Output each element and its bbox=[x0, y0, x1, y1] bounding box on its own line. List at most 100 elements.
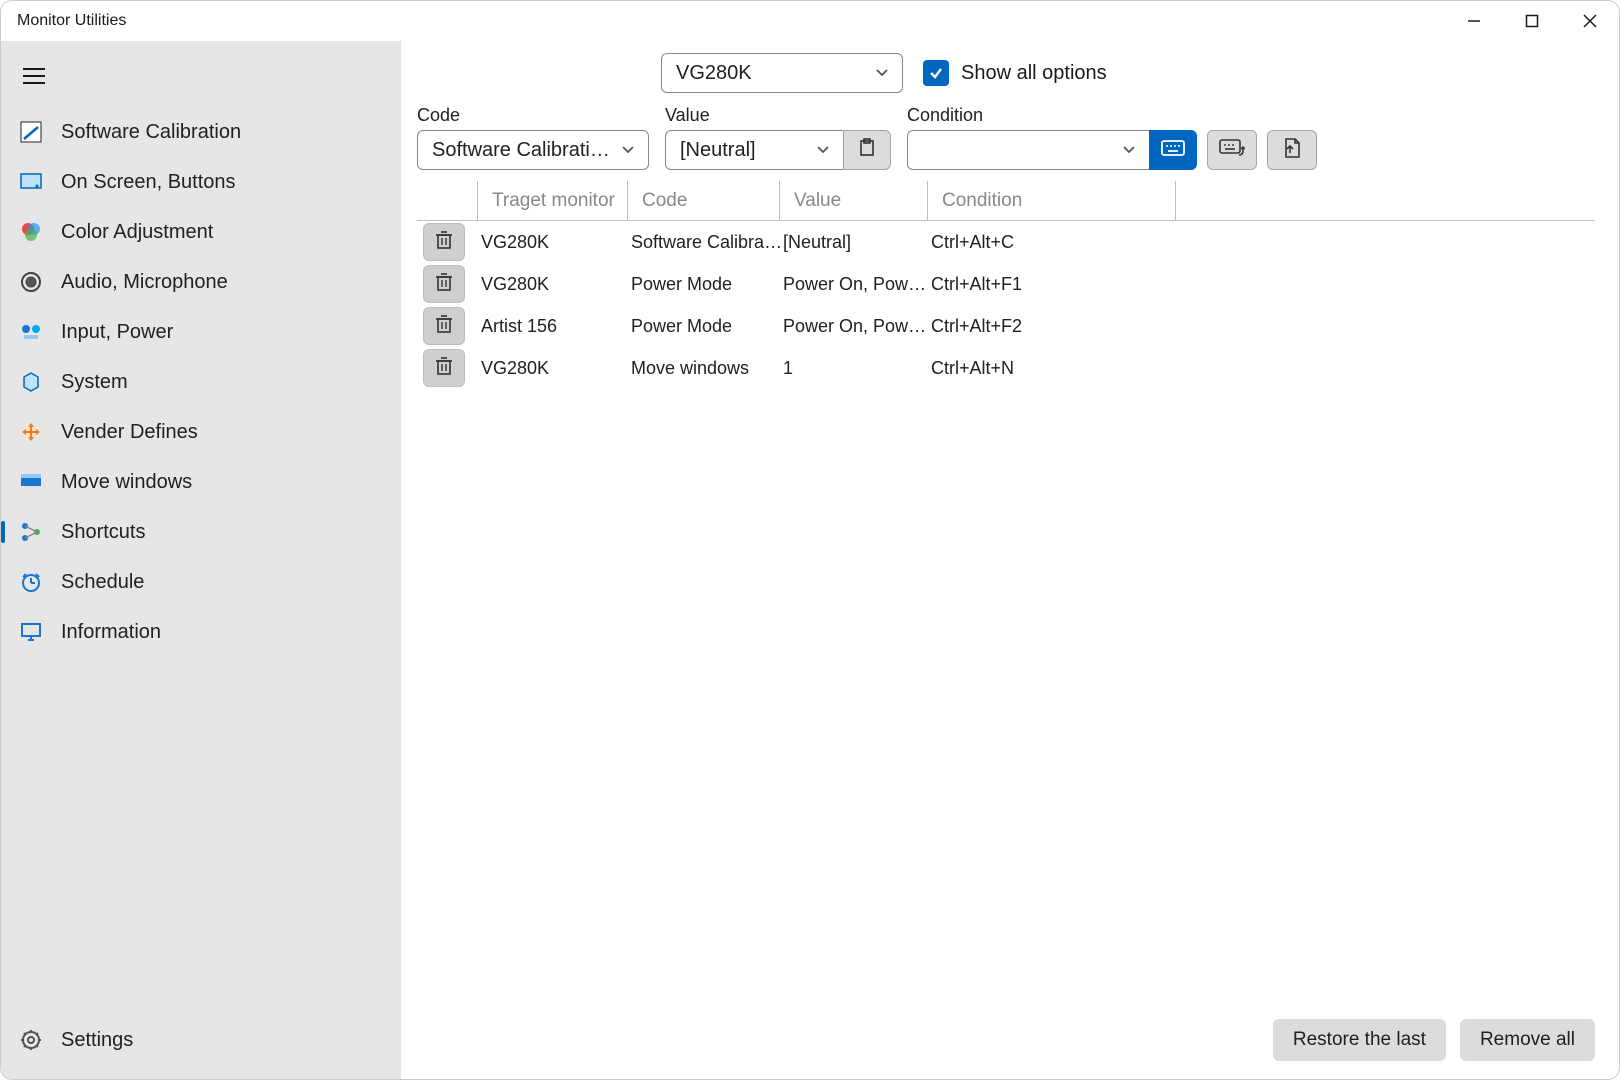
cell-value: Power On, Power Off bbox=[783, 274, 931, 295]
show-all-label: Show all options bbox=[961, 62, 1107, 85]
cell-target: Artist 156 bbox=[477, 316, 631, 337]
value-select[interactable]: [Neutral] bbox=[665, 130, 843, 170]
shortcuts-table: Traget monitor Code Value Condition VG28… bbox=[417, 180, 1595, 1009]
shortcuts-icon bbox=[19, 520, 43, 544]
chevron-down-icon bbox=[1119, 143, 1139, 157]
cell-value: 1 bbox=[783, 358, 931, 379]
column-header-spacer bbox=[1175, 181, 1595, 220]
hamburger-button[interactable] bbox=[9, 51, 59, 101]
minimize-button[interactable] bbox=[1445, 1, 1503, 41]
sidebar-item-label: Information bbox=[61, 621, 161, 644]
calibration-icon bbox=[19, 120, 43, 144]
sidebar-item-label: Audio, Microphone bbox=[61, 271, 228, 294]
cell-condition: Ctrl+Alt+C bbox=[931, 232, 1179, 253]
windows-icon bbox=[19, 470, 43, 494]
gear-icon bbox=[19, 1028, 43, 1052]
titlebar: Monitor Utilities bbox=[1, 1, 1619, 41]
sidebar-item-software-calibration[interactable]: Software Calibration bbox=[1, 107, 401, 157]
input-power-icon bbox=[19, 320, 43, 344]
column-header-condition[interactable]: Condition bbox=[927, 181, 1175, 220]
cell-condition: Ctrl+Alt+F2 bbox=[931, 316, 1179, 337]
trash-icon bbox=[435, 272, 453, 297]
column-header-target[interactable]: Traget monitor bbox=[477, 181, 627, 220]
sidebar-item-audio-microphone[interactable]: Audio, Microphone bbox=[1, 257, 401, 307]
file-export-button[interactable] bbox=[1267, 130, 1317, 170]
monitor-select-value: VG280K bbox=[676, 62, 864, 85]
keyboard-record-button[interactable] bbox=[1149, 130, 1197, 170]
condition-select[interactable] bbox=[907, 130, 1149, 170]
delete-row-button[interactable] bbox=[423, 307, 465, 345]
table-row[interactable]: VG280K Move windows 1 Ctrl+Alt+N bbox=[417, 347, 1595, 389]
cell-target: VG280K bbox=[477, 274, 631, 295]
move-arrows-icon bbox=[19, 420, 43, 444]
sidebar-item-color-adjustment[interactable]: Color Adjustment bbox=[1, 207, 401, 257]
value-field-label: Value bbox=[665, 105, 891, 126]
cell-code: Power Mode bbox=[631, 274, 783, 295]
table-row[interactable]: VG280K Power Mode Power On, Power Off Ct… bbox=[417, 263, 1595, 305]
column-header-delete bbox=[417, 181, 477, 220]
cell-code: Move windows bbox=[631, 358, 783, 379]
monitor-select[interactable]: VG280K bbox=[661, 53, 903, 93]
sidebar-item-label: Input, Power bbox=[61, 321, 173, 344]
sidebar-item-label: Software Calibration bbox=[61, 121, 241, 144]
keyboard-icon bbox=[1161, 139, 1185, 162]
sidebar-item-label: Settings bbox=[61, 1029, 133, 1052]
screen-icon bbox=[19, 170, 43, 194]
value-select-value: [Neutral] bbox=[680, 139, 805, 162]
code-select-value: Software Calibration bbox=[432, 139, 610, 162]
cell-target: VG280K bbox=[477, 232, 631, 253]
cell-condition: Ctrl+Alt+F1 bbox=[931, 274, 1179, 295]
code-select[interactable]: Software Calibration bbox=[417, 130, 649, 170]
delete-row-button[interactable] bbox=[423, 349, 465, 387]
sidebar-item-label: Color Adjustment bbox=[61, 221, 213, 244]
sidebar-item-information[interactable]: Information bbox=[1, 607, 401, 657]
sidebar-item-label: On Screen, Buttons bbox=[61, 171, 236, 194]
main-content: VG280K Show all options Code bbox=[401, 41, 1619, 1079]
sidebar: Software Calibration On Screen, Buttons … bbox=[1, 41, 401, 1079]
show-all-options-checkbox[interactable]: Show all options bbox=[923, 53, 1107, 93]
code-field-label: Code bbox=[417, 105, 649, 126]
chevron-down-icon bbox=[618, 143, 638, 157]
column-header-code[interactable]: Code bbox=[627, 181, 779, 220]
clock-icon bbox=[19, 570, 43, 594]
sidebar-item-move-windows[interactable]: Move windows bbox=[1, 457, 401, 507]
close-button[interactable] bbox=[1561, 1, 1619, 41]
maximize-button[interactable] bbox=[1503, 1, 1561, 41]
cell-condition: Ctrl+Alt+N bbox=[931, 358, 1179, 379]
condition-field-label: Condition bbox=[907, 105, 1197, 126]
sidebar-item-label: Shortcuts bbox=[61, 521, 145, 544]
delete-row-button[interactable] bbox=[423, 223, 465, 261]
keyboard-export-icon bbox=[1219, 138, 1245, 163]
value-paste-button[interactable] bbox=[843, 130, 891, 170]
sidebar-item-input-power[interactable]: Input, Power bbox=[1, 307, 401, 357]
cell-value: [Neutral] bbox=[783, 232, 931, 253]
sidebar-item-settings[interactable]: Settings bbox=[1, 1015, 401, 1065]
sidebar-item-system[interactable]: System bbox=[1, 357, 401, 407]
sidebar-item-on-screen-buttons[interactable]: On Screen, Buttons bbox=[1, 157, 401, 207]
cell-code: Power Mode bbox=[631, 316, 783, 337]
trash-icon bbox=[435, 230, 453, 255]
table-row[interactable]: Artist 156 Power Mode Power On, Power Of… bbox=[417, 305, 1595, 347]
restore-last-button[interactable]: Restore the last bbox=[1273, 1019, 1446, 1061]
column-header-value[interactable]: Value bbox=[779, 181, 927, 220]
trash-icon bbox=[435, 356, 453, 381]
cell-value: Power On, Power Off bbox=[783, 316, 931, 337]
cell-target: VG280K bbox=[477, 358, 631, 379]
color-icon bbox=[19, 220, 43, 244]
sidebar-item-shortcuts[interactable]: Shortcuts bbox=[1, 507, 401, 557]
trash-icon bbox=[435, 314, 453, 339]
chevron-down-icon bbox=[813, 143, 833, 157]
sidebar-item-schedule[interactable]: Schedule bbox=[1, 557, 401, 607]
sidebar-item-label: System bbox=[61, 371, 128, 394]
window-title: Monitor Utilities bbox=[17, 12, 126, 30]
chevron-down-icon bbox=[872, 66, 892, 80]
table-row[interactable]: VG280K Software Calibration [Neutral] Ct… bbox=[417, 221, 1595, 263]
sidebar-item-vendor-defines[interactable]: Vender Defines bbox=[1, 407, 401, 457]
file-export-icon bbox=[1281, 137, 1303, 164]
remove-all-button[interactable]: Remove all bbox=[1460, 1019, 1595, 1061]
delete-row-button[interactable] bbox=[423, 265, 465, 303]
cell-code: Software Calibration bbox=[631, 232, 783, 253]
keyboard-export-button[interactable] bbox=[1207, 130, 1257, 170]
clipboard-icon bbox=[857, 138, 877, 163]
sidebar-item-label: Move windows bbox=[61, 471, 192, 494]
